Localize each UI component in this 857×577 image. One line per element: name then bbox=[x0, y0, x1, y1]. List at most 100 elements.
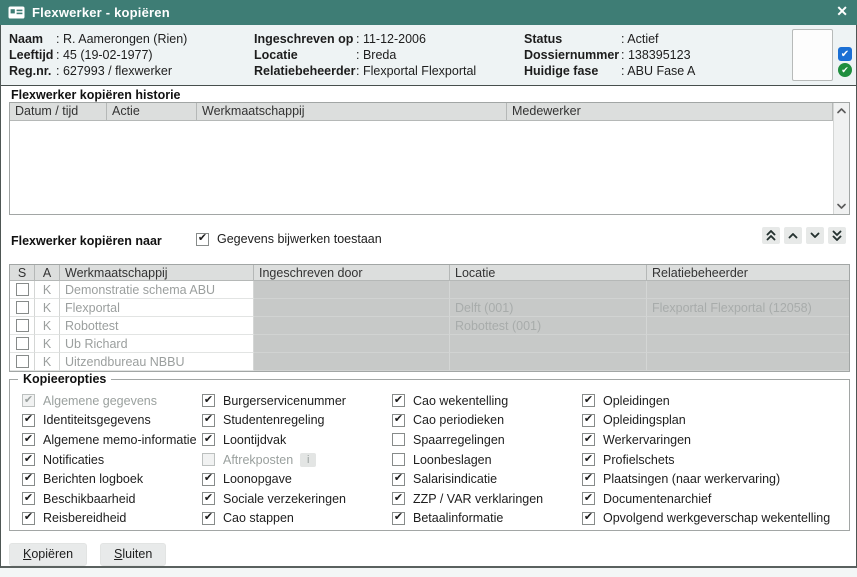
table-row-robottest[interactable]: K Robottest Robottest (001) bbox=[10, 317, 849, 335]
checkbox[interactable] bbox=[22, 433, 35, 446]
option-berichten-logboek[interactable]: Berichten logboek bbox=[22, 469, 197, 489]
option-identiteitsgegevens[interactable]: Identiteitsgegevens bbox=[22, 411, 197, 431]
option-aftrekposten[interactable]: Aftrekposten i bbox=[202, 450, 346, 470]
option-burgerservicenummer[interactable]: Burgerservicenummer bbox=[202, 391, 346, 411]
checkbox[interactable] bbox=[202, 512, 215, 525]
checkbox[interactable] bbox=[22, 473, 35, 486]
checkbox[interactable] bbox=[392, 512, 405, 525]
checkbox[interactable] bbox=[582, 473, 595, 486]
option-notificaties[interactable]: Notificaties bbox=[22, 450, 197, 470]
column-header-actie[interactable]: Actie bbox=[107, 103, 197, 121]
company-cell: Ub Richard bbox=[60, 335, 254, 353]
checkbox[interactable] bbox=[202, 492, 215, 505]
option-salarisindicatie[interactable]: Salarisindicatie bbox=[392, 469, 543, 489]
option-opvolgend-werkgeverschap[interactable]: Opvolgend werkgeverschap wekentelling bbox=[582, 509, 830, 529]
checkbox[interactable] bbox=[202, 433, 215, 446]
option-betaalinformatie[interactable]: Betaalinformatie bbox=[392, 509, 543, 529]
select-checkbox[interactable] bbox=[16, 319, 29, 332]
table-row-uitzendbureau-nbbu[interactable]: K Uitzendbureau NBBU bbox=[10, 353, 849, 371]
checkbox[interactable] bbox=[22, 492, 35, 505]
checkbox[interactable] bbox=[392, 394, 405, 407]
copy-to-section-label: Flexwerker kopiëren naar bbox=[11, 234, 162, 248]
copy-button[interactable]: Kopiëren bbox=[9, 543, 87, 566]
table-row-flexportal[interactable]: K Flexportal Delft (001) Flexportal Flex… bbox=[10, 299, 849, 317]
select-checkbox[interactable] bbox=[16, 283, 29, 296]
relation-manager-cell bbox=[647, 281, 849, 299]
move-up-button[interactable] bbox=[784, 227, 802, 244]
checkbox[interactable] bbox=[22, 453, 35, 466]
option-cao-periodieken[interactable]: Cao periodieken bbox=[392, 411, 543, 431]
move-top-button[interactable] bbox=[762, 227, 780, 244]
checkbox[interactable] bbox=[22, 512, 35, 525]
history-scrollbar[interactable] bbox=[833, 103, 849, 214]
checkbox[interactable] bbox=[582, 433, 595, 446]
checkbox[interactable] bbox=[22, 394, 35, 407]
select-checkbox[interactable] bbox=[16, 337, 29, 350]
option-label: Notificaties bbox=[43, 453, 104, 467]
checkbox[interactable] bbox=[582, 414, 595, 427]
option-opleidingsplan[interactable]: Opleidingsplan bbox=[582, 411, 830, 431]
column-header-werkmaatschappij[interactable]: Werkmaatschappij bbox=[197, 103, 507, 121]
checkbox[interactable] bbox=[392, 473, 405, 486]
option-plaatsingen[interactable]: Plaatsingen (naar werkervaring) bbox=[582, 469, 830, 489]
option-opleidingen[interactable]: Opleidingen bbox=[582, 391, 830, 411]
checkbox[interactable] bbox=[202, 414, 215, 427]
option-loonopgave[interactable]: Loonopgave bbox=[202, 469, 346, 489]
column-header-locatie[interactable]: Locatie bbox=[450, 265, 647, 281]
option-loonbeslagen[interactable]: Loonbeslagen bbox=[392, 450, 543, 470]
registered-by-cell bbox=[254, 335, 450, 353]
option-algemene-memo-informatie[interactable]: Algemene memo-informatie bbox=[22, 430, 197, 450]
scroll-down-arrow-icon[interactable] bbox=[834, 198, 849, 214]
column-header-datum-tijd[interactable]: Datum / tijd bbox=[10, 103, 107, 121]
a-cell: K bbox=[35, 299, 60, 317]
checkbox[interactable] bbox=[392, 433, 405, 446]
checkbox[interactable] bbox=[582, 453, 595, 466]
option-cao-stappen[interactable]: Cao stappen bbox=[202, 509, 346, 529]
option-werkervaringen[interactable]: Werkervaringen bbox=[582, 430, 830, 450]
option-zzp-var-verklaringen[interactable]: ZZP / VAR verklaringen bbox=[392, 489, 543, 509]
column-header-relatiebeheerder[interactable]: Relatiebeheerder bbox=[647, 265, 849, 281]
option-cao-wekentelling[interactable]: Cao wekentelling bbox=[392, 391, 543, 411]
option-reisbereidheid[interactable]: Reisbereidheid bbox=[22, 509, 197, 529]
checkbox[interactable] bbox=[202, 394, 215, 407]
info-icon[interactable]: i bbox=[300, 453, 316, 467]
checkbox[interactable] bbox=[392, 492, 405, 505]
option-documentenarchief[interactable]: Documentenarchief bbox=[582, 489, 830, 509]
move-bottom-button[interactable] bbox=[828, 227, 846, 244]
option-beschikbaarheid[interactable]: Beschikbaarheid bbox=[22, 489, 197, 509]
checkbox[interactable] bbox=[582, 394, 595, 407]
option-spaarregelingen[interactable]: Spaarregelingen bbox=[392, 430, 543, 450]
checkbox[interactable] bbox=[392, 414, 405, 427]
column-header-s[interactable]: S bbox=[10, 265, 35, 281]
reorder-buttons bbox=[762, 227, 846, 244]
checkbox[interactable] bbox=[582, 492, 595, 505]
column-header-medewerker[interactable]: Medewerker bbox=[507, 103, 833, 121]
flexworker-copy-dialog: Flexwerker - kopiëren ✕ NaamR. Aameronge… bbox=[0, 0, 857, 568]
column-header-a[interactable]: A bbox=[35, 265, 60, 281]
column-header-werkmaatschappij[interactable]: Werkmaatschappij bbox=[60, 265, 254, 281]
allow-update-option[interactable]: Gegevens bijwerken toestaan bbox=[196, 232, 382, 246]
checkbox[interactable] bbox=[202, 473, 215, 486]
table-row-demonstratie-schema-abu[interactable]: K Demonstratie schema ABU bbox=[10, 281, 849, 299]
option-sociale-verzekeringen[interactable]: Sociale verzekeringen bbox=[202, 489, 346, 509]
option-loontijdvak[interactable]: Loontijdvak bbox=[202, 430, 346, 450]
close-button[interactable]: Sluiten bbox=[100, 543, 166, 566]
scroll-up-arrow-icon[interactable] bbox=[834, 103, 849, 119]
checkbox[interactable] bbox=[392, 453, 405, 466]
allow-update-checkbox[interactable] bbox=[196, 233, 209, 246]
option-profielschets[interactable]: Profielschets bbox=[582, 450, 830, 470]
checkbox[interactable] bbox=[22, 414, 35, 427]
checkbox[interactable] bbox=[582, 512, 595, 525]
column-header-ingeschreven-door[interactable]: Ingeschreven door bbox=[254, 265, 450, 281]
option-studentenregeling[interactable]: Studentenregeling bbox=[202, 411, 346, 431]
relation-manager-cell bbox=[647, 335, 849, 353]
checkbox[interactable] bbox=[202, 453, 215, 466]
option-algemene-gegevens[interactable]: Algemene gegevens bbox=[22, 391, 197, 411]
move-down-button[interactable] bbox=[806, 227, 824, 244]
photo-placeholder bbox=[792, 29, 833, 81]
select-checkbox[interactable] bbox=[16, 301, 29, 314]
select-checkbox[interactable] bbox=[16, 355, 29, 368]
table-row-ub-richard[interactable]: K Ub Richard bbox=[10, 335, 849, 353]
close-icon[interactable]: ✕ bbox=[836, 3, 848, 20]
option-label: Aftrekposten bbox=[223, 453, 293, 467]
